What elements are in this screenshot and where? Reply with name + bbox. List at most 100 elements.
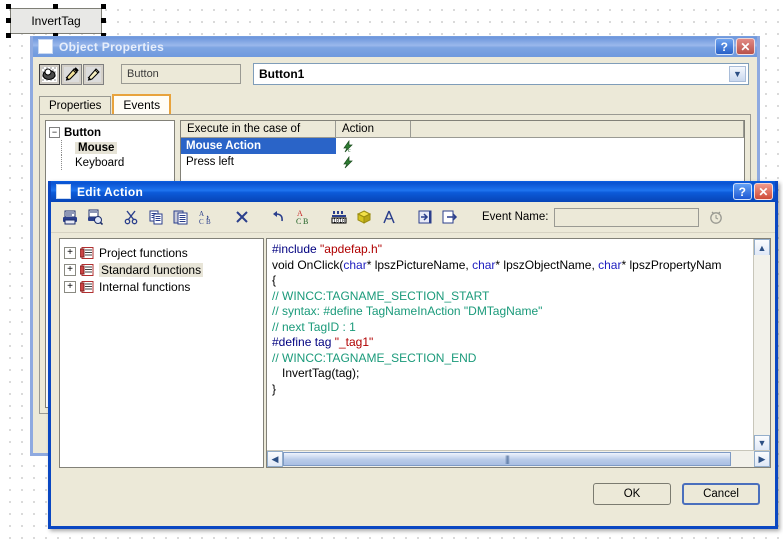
cancel-button[interactable]: Cancel	[682, 483, 760, 505]
window-icon	[38, 39, 53, 54]
replace-icon[interactable]: A C B	[195, 206, 217, 228]
tree-item-label: Internal functions	[99, 279, 191, 294]
palette-icon[interactable]	[39, 63, 60, 85]
print-icon[interactable]	[59, 206, 81, 228]
tree-item-label: Keyboard	[75, 156, 125, 169]
cut-icon[interactable]	[120, 206, 142, 228]
op-icon-group	[39, 63, 104, 85]
edit-action-title: Edit Action	[77, 184, 144, 199]
object-properties-toolbar: Button Button1 ▼	[39, 63, 751, 85]
code-line: void OnClick(char* lpszPictureName, char…	[272, 257, 722, 272]
invert-tag-button[interactable]: InvertTag	[10, 8, 102, 34]
tree-item-button[interactable]: − Button	[49, 125, 171, 140]
tree-item-standard-functions[interactable]: + Standard functions	[64, 261, 259, 278]
table-row[interactable]: Press left	[181, 154, 744, 170]
edit-action-window: Edit Action ? ✕ A C B A C B 1010 Event N…	[48, 181, 778, 529]
object-properties-window-buttons: ? ✕	[715, 38, 755, 55]
event-name-label: Event Name:	[482, 211, 549, 223]
edit-action-dialog-buttons: OK Cancel	[593, 483, 760, 505]
scroll-right-button[interactable]: ▶	[754, 451, 770, 467]
step-out-icon[interactable]	[439, 206, 461, 228]
table-row[interactable]: Mouse Action c	[181, 138, 744, 154]
tree-item-label: Button	[64, 126, 102, 139]
close-button[interactable]: ✕	[736, 38, 755, 55]
svg-text:C: C	[296, 217, 301, 225]
undo-icon[interactable]	[267, 206, 289, 228]
eyedropper-apply-icon[interactable]	[61, 63, 82, 85]
delete-icon[interactable]	[231, 206, 253, 228]
selection-handle-ne[interactable]	[101, 4, 106, 9]
function-folder-icon	[80, 263, 94, 276]
object-name-combo-value: Button1	[259, 67, 305, 81]
svg-text:A: A	[199, 210, 204, 218]
tree-item-label: Project functions	[99, 245, 188, 260]
edit-action-body: A C B A C B 1010 Event Name: + Project f…	[51, 202, 775, 526]
alarm-clock-icon[interactable]	[705, 206, 727, 228]
vbs-script-icon[interactable]	[336, 154, 411, 170]
expand-icon[interactable]: +	[64, 246, 76, 259]
copy-icon[interactable]	[145, 206, 167, 228]
edit-action-toolbar: A C B A C B 1010 Event Name:	[51, 202, 775, 233]
code-horizontal-scrollbar[interactable]: ◀ ||| ▶	[267, 450, 770, 467]
column-header-action[interactable]: Action	[336, 121, 411, 138]
tab-properties[interactable]: Properties	[39, 96, 112, 114]
selection-handle-nw[interactable]	[6, 4, 11, 9]
tree-item-mouse[interactable]: Mouse	[49, 140, 171, 155]
selection-handle-e[interactable]	[101, 18, 106, 23]
svg-text:c: c	[348, 148, 351, 153]
column-header-blank[interactable]	[411, 121, 744, 138]
help-button[interactable]: ?	[733, 183, 752, 200]
object-properties-titlebar[interactable]: Object Properties ? ✕	[33, 36, 757, 57]
selection-handle-sw[interactable]	[6, 33, 11, 38]
object-type-field: Button	[121, 64, 241, 84]
code-vertical-scrollbar[interactable]: ▲ ▼	[753, 239, 770, 451]
selection-handle-n[interactable]	[53, 4, 58, 9]
object-icon[interactable]	[353, 206, 375, 228]
collapse-icon[interactable]: −	[49, 127, 60, 138]
svg-text:1010: 1010	[333, 219, 345, 225]
c-script-icon[interactable]: c	[336, 138, 411, 154]
window-icon	[56, 184, 71, 199]
print-preview-icon[interactable]	[84, 206, 106, 228]
eyedropper-pick-icon[interactable]	[83, 63, 104, 85]
events-grid-header: Execute in the case of Action	[181, 121, 744, 138]
tab-events[interactable]: Events	[112, 94, 172, 114]
svg-text:B: B	[206, 218, 211, 225]
event-name-cell: Press left	[186, 156, 234, 168]
invert-tag-object-selection[interactable]: InvertTag	[6, 4, 106, 38]
code-line: }	[272, 381, 277, 396]
chevron-down-icon[interactable]: ▼	[729, 66, 746, 82]
tree-item-keyboard[interactable]: Keyboard	[49, 155, 171, 170]
expand-icon[interactable]: +	[64, 280, 76, 293]
selection-handle-w[interactable]	[6, 18, 11, 23]
edit-action-window-buttons: ? ✕	[733, 183, 773, 200]
tree-item-project-functions[interactable]: + Project functions	[64, 244, 259, 261]
code-line: // syntax: #define TagNameInAction "DMTa…	[272, 304, 543, 318]
code-editor-text[interactable]: #include "apdefap.h" void OnClick(char* l…	[272, 242, 753, 450]
compile-icon[interactable]: 1010	[328, 206, 350, 228]
code-line: InvertTag(tag);	[272, 366, 360, 380]
scroll-left-button[interactable]: ◀	[267, 451, 283, 467]
scroll-down-button[interactable]: ▼	[754, 435, 770, 451]
hscroll-track[interactable]: |||	[283, 451, 754, 467]
close-button[interactable]: ✕	[754, 183, 773, 200]
scroll-up-button[interactable]: ▲	[754, 239, 770, 255]
code-editor[interactable]: #include "apdefap.h" void OnClick(char* l…	[266, 238, 771, 468]
svg-text:C: C	[199, 218, 204, 225]
object-name-combo[interactable]: Button1 ▼	[253, 63, 749, 85]
match-brace-icon[interactable]	[378, 206, 400, 228]
help-button[interactable]: ?	[715, 38, 734, 55]
code-line: // WINCC:TAGNAME_SECTION_END	[272, 350, 477, 365]
hscroll-thumb[interactable]: |||	[283, 452, 731, 466]
event-name-input[interactable]	[554, 207, 700, 227]
tree-item-internal-functions[interactable]: + Internal functions	[64, 278, 259, 295]
function-tree[interactable]: + Project functions + Standard functions…	[59, 238, 264, 468]
syntax-check-icon[interactable]: A C B	[292, 206, 314, 228]
code-line: #define tag "_tag1"	[272, 335, 374, 349]
paste-icon[interactable]	[170, 206, 192, 228]
expand-icon[interactable]: +	[64, 263, 76, 276]
ok-button[interactable]: OK	[593, 483, 671, 505]
column-header-execute[interactable]: Execute in the case of	[181, 121, 336, 138]
step-in-icon[interactable]	[414, 206, 436, 228]
edit-action-titlebar[interactable]: Edit Action ? ✕	[51, 181, 775, 202]
